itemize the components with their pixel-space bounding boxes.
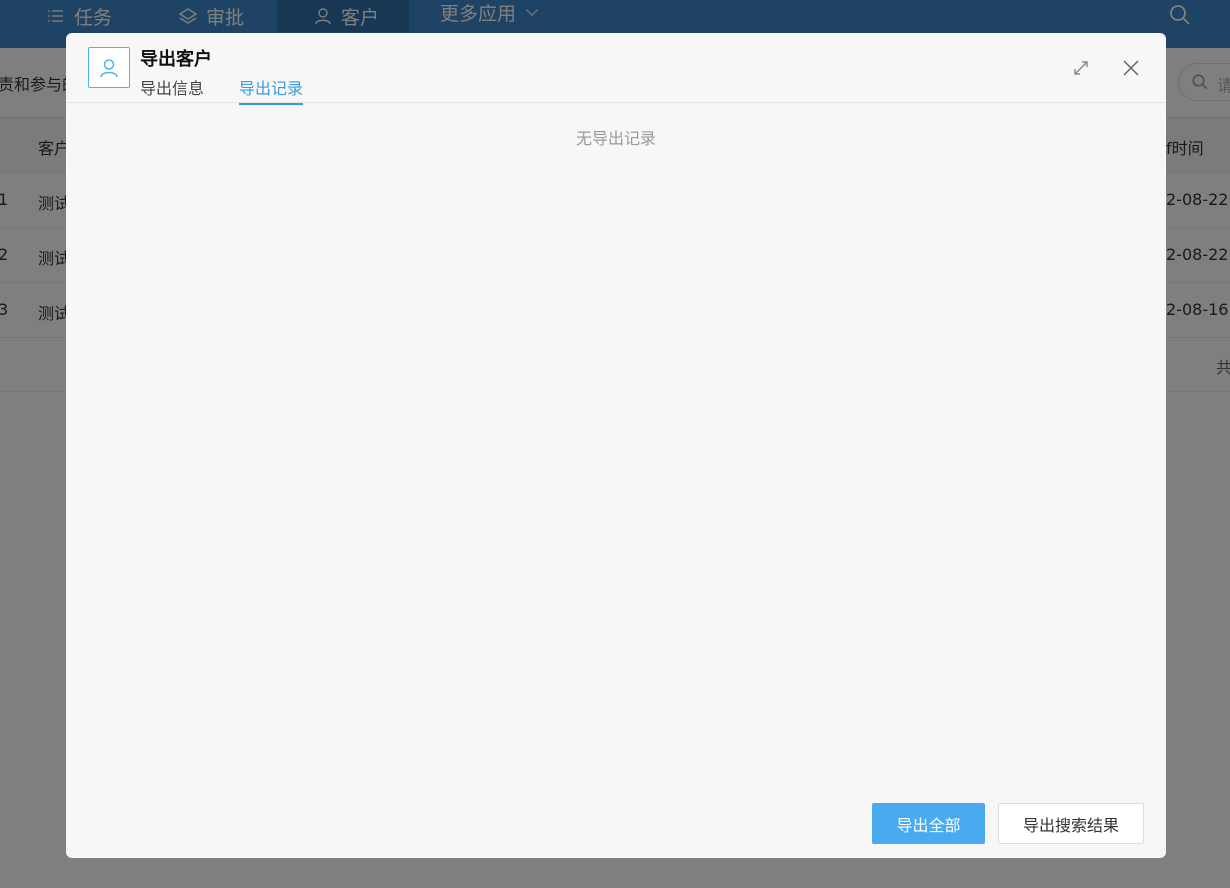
- tab-export-records[interactable]: 导出记录: [239, 75, 304, 105]
- expand-icon[interactable]: [1072, 59, 1090, 77]
- dialog-title: 导出客户: [140, 49, 212, 70]
- user-icon: [100, 58, 118, 77]
- export-all-button[interactable]: 导出全部: [872, 803, 985, 844]
- close-icon[interactable]: [1122, 59, 1140, 77]
- dialog-header: 导出客户 导出信息 导出记录: [66, 33, 1166, 105]
- export-search-results-button[interactable]: 导出搜索结果: [998, 803, 1144, 844]
- empty-state-text: 无导出记录: [575, 129, 656, 148]
- export-customers-dialog: 导出客户 导出信息 导出记录 无导出记录 导出全部 导出搜索结果: [66, 33, 1166, 858]
- tab-export-info[interactable]: 导出信息: [140, 75, 204, 103]
- dialog-icon-box: [88, 47, 130, 88]
